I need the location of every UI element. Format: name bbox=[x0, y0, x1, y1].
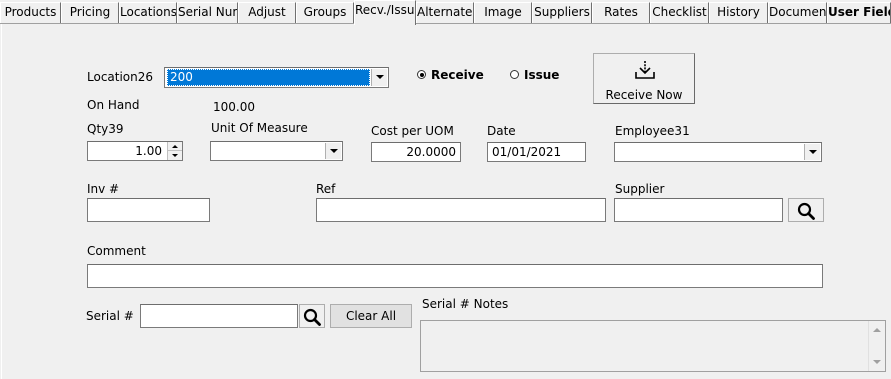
tab-strip: Products Pricing Locations Serial Num Ad… bbox=[0, 0, 891, 25]
date-value: 01/01/2021 bbox=[492, 145, 562, 159]
receive-radio[interactable] bbox=[417, 70, 426, 79]
cost-label: Cost per UOM bbox=[371, 124, 454, 138]
cost-value: 20.0000 bbox=[406, 145, 456, 159]
qty-spinner[interactable] bbox=[167, 142, 182, 160]
date-field[interactable]: 01/01/2021 bbox=[487, 142, 586, 162]
download-icon bbox=[635, 61, 655, 79]
tab-pricing[interactable]: Pricing bbox=[61, 2, 119, 23]
tab-suppliers[interactable]: Suppliers bbox=[532, 2, 592, 23]
receive-now-button[interactable]: Receive Now bbox=[593, 53, 695, 104]
on-hand-value: 100.00 bbox=[213, 100, 255, 114]
tab-history[interactable]: History bbox=[709, 2, 768, 23]
tab-image[interactable]: Image bbox=[474, 2, 532, 23]
serial-field[interactable] bbox=[140, 304, 298, 328]
chevron-down-icon[interactable] bbox=[325, 143, 341, 159]
serial-notes-label: Serial # Notes bbox=[422, 297, 509, 311]
comment-label: Comment bbox=[87, 244, 146, 258]
serial-label: Serial # bbox=[86, 309, 134, 323]
issue-radio-label[interactable]: Issue bbox=[524, 68, 559, 82]
tab-alternates[interactable]: Alternates bbox=[416, 2, 474, 23]
receive-radio-label[interactable]: Receive bbox=[431, 68, 484, 82]
on-hand-label: On Hand bbox=[87, 98, 140, 112]
date-label: Date bbox=[487, 124, 516, 138]
tab-locations[interactable]: Locations bbox=[119, 2, 177, 23]
employee-dropdown[interactable] bbox=[614, 142, 822, 162]
search-icon bbox=[797, 202, 815, 220]
spin-down-icon[interactable] bbox=[168, 151, 182, 160]
employee-label: Employee31 bbox=[615, 124, 690, 138]
issue-radio[interactable] bbox=[510, 70, 519, 79]
location-value: 200 bbox=[170, 70, 193, 84]
tab-document[interactable]: Document bbox=[768, 2, 827, 23]
clear-all-button[interactable]: Clear All bbox=[330, 304, 412, 328]
inv-field[interactable] bbox=[87, 198, 210, 222]
ref-field[interactable] bbox=[316, 198, 606, 222]
supplier-field[interactable] bbox=[614, 198, 783, 222]
receive-now-label: Receive Now bbox=[605, 88, 683, 102]
qty-label: Qty39 bbox=[87, 122, 124, 136]
uom-dropdown[interactable] bbox=[210, 141, 343, 161]
location-label: Location26 bbox=[87, 70, 154, 84]
location-selection: 200 bbox=[167, 69, 370, 86]
tab-serial-num[interactable]: Serial Num bbox=[177, 2, 238, 23]
inv-label: Inv # bbox=[87, 182, 120, 196]
ref-label: Ref bbox=[316, 182, 336, 196]
qty-stepper[interactable]: 1.00 bbox=[87, 141, 183, 161]
location-dropdown[interactable]: 200 bbox=[164, 67, 389, 88]
tab-recv-issue[interactable]: Recv./Issue bbox=[354, 0, 416, 25]
scroll-down-icon[interactable] bbox=[869, 354, 885, 371]
supplier-label: Supplier bbox=[615, 182, 665, 196]
spin-up-icon[interactable] bbox=[168, 142, 182, 151]
serial-search-button[interactable] bbox=[299, 304, 325, 328]
scroll-up-icon[interactable] bbox=[869, 321, 885, 338]
chevron-down-icon[interactable] bbox=[371, 69, 387, 86]
tab-products[interactable]: Products bbox=[0, 2, 61, 23]
tab-checklist[interactable]: Checklist bbox=[650, 2, 709, 23]
uom-label: Unit Of Measure bbox=[211, 121, 308, 135]
qty-value: 1.00 bbox=[135, 144, 162, 158]
supplier-search-button[interactable] bbox=[788, 198, 824, 222]
comment-field[interactable] bbox=[87, 264, 823, 288]
serial-notes-textarea[interactable] bbox=[420, 320, 886, 372]
serial-notes-scrollbar[interactable] bbox=[868, 321, 885, 371]
tab-groups[interactable]: Groups bbox=[296, 2, 354, 23]
tab-user-fields[interactable]: User Fields bbox=[827, 2, 891, 23]
chevron-down-icon[interactable] bbox=[804, 144, 820, 160]
tab-adjust[interactable]: Adjust bbox=[238, 2, 296, 23]
search-icon bbox=[303, 308, 321, 326]
tab-rates[interactable]: Rates bbox=[592, 2, 650, 23]
cost-field[interactable]: 20.0000 bbox=[371, 142, 461, 162]
